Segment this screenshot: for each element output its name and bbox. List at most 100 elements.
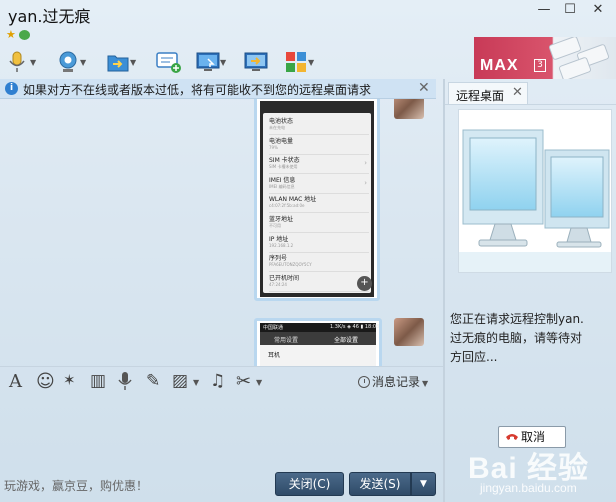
- voice-call-button[interactable]: ▼: [4, 48, 40, 76]
- chat-history[interactable]: 电池状态 未在充电 电池电量 79% SIM 卡状态 SIM 卡槽未使用 › IMEI 信息 I…: [0, 99, 443, 367]
- film-icon: ▥: [90, 371, 107, 391]
- computers-icon: [459, 129, 611, 272]
- status-row: IMEI 信息 IMEI 编码信息 ›: [269, 174, 369, 194]
- image-button[interactable]: ▨: [172, 371, 188, 393]
- status-row-title: 已开机时间: [269, 274, 300, 282]
- format-toolbar: A ☺ ✶ ▥ ✎ ▨ ▼ ♫ ✂ ▼ 消息记录 ▼: [0, 367, 443, 397]
- maximize-button[interactable]: ☐: [558, 0, 582, 20]
- window-title: yan.过无痕: [8, 7, 91, 26]
- promo-link[interactable]: 玩游戏，赢京豆，购优惠！: [4, 477, 148, 494]
- music-button[interactable]: ♫: [210, 371, 225, 393]
- video-call-button[interactable]: ▼: [54, 48, 90, 76]
- remote-desktop-panel: 远程桌面 ✕ 您正在请求远程控制yan. 过无痕的电脑，请等待对 方回应...: [445, 79, 616, 502]
- status-row: SIM 卡状态 SIM 卡槽未使用 ›: [269, 154, 369, 175]
- send-file-button[interactable]: ▼: [104, 48, 140, 76]
- tab-remote-desktop[interactable]: 远程桌面 ✕: [448, 82, 528, 104]
- chevron-down-icon[interactable]: ▼: [308, 58, 314, 67]
- app-grid-icon: [286, 52, 306, 72]
- phone-status-bar: 中国联通 1.3K/s ◈ 46 ▮ 18:08: [260, 323, 380, 332]
- screen-share-button[interactable]: [242, 48, 278, 76]
- remote-desktop-illustration: [458, 109, 612, 273]
- carrier-label: 中国联通: [263, 325, 284, 331]
- status-row-value: c4:07:2f:5b:ad:0e: [269, 203, 305, 209]
- create-discussion-button[interactable]: [154, 48, 190, 76]
- close-button[interactable]: 关闭(C): [275, 472, 344, 496]
- voice-message-button[interactable]: [118, 371, 132, 393]
- status-row-value: PFA6EUTONZQOY5CY: [269, 262, 312, 268]
- tab-underline: [445, 104, 616, 105]
- magic-button[interactable]: ✶: [63, 371, 76, 393]
- close-window-button[interactable]: ✕: [586, 0, 610, 20]
- chevron-down-icon[interactable]: ▼: [30, 58, 36, 67]
- status-row-value: 79%: [269, 144, 278, 150]
- status-readout: 1.3K/s ◈ 46 ▮ 18:08: [330, 324, 380, 330]
- microphone-icon: [9, 51, 25, 72]
- chevron-down-icon[interactable]: ▼: [80, 58, 86, 67]
- remote-desktop-icon: [196, 52, 220, 71]
- tab-label: 远程桌面: [456, 89, 505, 103]
- chevron-down-icon[interactable]: ▼: [256, 378, 262, 387]
- status-row: 电池电量 79%: [269, 135, 369, 155]
- status-row-value: 未在充电: [269, 125, 285, 130]
- emoji-button[interactable]: ☺: [36, 371, 55, 393]
- status-row-value: 192.168.1.2: [269, 242, 294, 248]
- minimize-button[interactable]: —: [532, 0, 556, 20]
- screen-share-icon: [244, 52, 268, 71]
- chat-status-icon[interactable]: [18, 29, 30, 40]
- font-button[interactable]: A: [9, 371, 22, 393]
- webcam-icon: [59, 51, 77, 72]
- magic-wand-icon: ✶: [63, 371, 76, 389]
- chat-toolbar: ▼ ▼ ▼ ▼ ▼: [0, 44, 616, 78]
- status-row-title: IP 地址: [269, 235, 289, 243]
- avatar[interactable]: [394, 99, 424, 119]
- phone-settings-list: 耳机: [260, 345, 376, 367]
- watermark: Bai 经验 jingyan.baidu.com: [468, 441, 616, 501]
- doodle-button[interactable]: ✎: [146, 371, 160, 393]
- scissors-icon: ✂: [236, 371, 252, 392]
- avatar[interactable]: [394, 318, 424, 346]
- status-row-title: 序列号: [269, 255, 288, 263]
- status-row-value: SIM 卡槽未使用: [269, 164, 298, 170]
- cartoon-button[interactable]: ▥: [90, 371, 106, 393]
- notice-bar: i 如果对方不在线或者版本过低，将有可能收不到您的远程桌面请求 ✕: [0, 79, 436, 99]
- bottom-bar: 玩游戏，赢京豆，购优惠！ 关闭(C) 发送(S) ▼: [0, 467, 443, 502]
- screenshot-button[interactable]: ✂: [236, 371, 251, 393]
- zoom-in-icon[interactable]: +: [357, 276, 372, 291]
- send-options-button[interactable]: ▼: [411, 472, 436, 496]
- music-icon: ♫: [210, 371, 226, 391]
- title-bar: yan.过无痕 — ☐ ✕: [0, 0, 616, 26]
- message-history-button[interactable]: 消息记录 ▼: [358, 373, 428, 390]
- status-row-title: 电池状态: [269, 118, 294, 125]
- status-row-value: 不可用: [269, 223, 281, 228]
- notice-text: 如果对方不在线或者版本过低，将有可能收不到您的远程桌面请求: [23, 83, 372, 97]
- chevron-down-icon: ▼: [422, 379, 429, 388]
- status-row: 已开机时间 47:24:24: [269, 272, 369, 292]
- smiley-icon: ☺: [36, 371, 55, 392]
- status-row: WLAN MAC 地址 c4:07:2f:5b:ad:0e: [269, 193, 369, 214]
- status-row-title: 蓝牙地址: [269, 216, 294, 223]
- remote-desktop-button[interactable]: ▼: [194, 48, 230, 76]
- status-row-value: IMEI 编码信息: [269, 183, 295, 189]
- font-icon: A: [9, 371, 22, 392]
- message-input[interactable]: [0, 397, 443, 467]
- chat-image-phone-status[interactable]: 电池状态 未在充电 电池电量 79% SIM 卡状态 SIM 卡槽未使用 › IMEI 信息 I…: [254, 99, 380, 301]
- app-center-button[interactable]: ▼: [282, 48, 318, 76]
- chevron-down-icon[interactable]: ▼: [130, 58, 136, 67]
- chat-image-phone-settings[interactable]: 中国联通 1.3K/s ◈ 46 ▮ 18:08 常用设置 全部设置 耳机: [254, 318, 382, 367]
- chevron-down-icon[interactable]: ▼: [193, 378, 199, 387]
- mic-icon: [118, 372, 132, 390]
- chevron-right-icon: ›: [364, 178, 367, 187]
- status-row: 电池状态 未在充电: [269, 115, 369, 135]
- watermark-url: jingyan.baidu.com: [480, 481, 577, 495]
- notice-close-icon[interactable]: ✕: [418, 80, 430, 96]
- tab-close-icon[interactable]: ✕: [512, 85, 523, 100]
- status-row-title: 电池电量: [269, 137, 294, 145]
- send-button[interactable]: 发送(S): [349, 472, 411, 496]
- chevron-down-icon[interactable]: ▼: [220, 58, 226, 67]
- star-icon[interactable]: ★: [6, 28, 16, 41]
- message-line: 过无痕的电脑，请等待对: [450, 331, 583, 345]
- status-row-title: SIM 卡状态: [269, 157, 300, 165]
- image-icon: ▨: [172, 371, 189, 391]
- chevron-right-icon: ›: [364, 159, 367, 168]
- status-row-value: 47:24:24: [269, 281, 287, 287]
